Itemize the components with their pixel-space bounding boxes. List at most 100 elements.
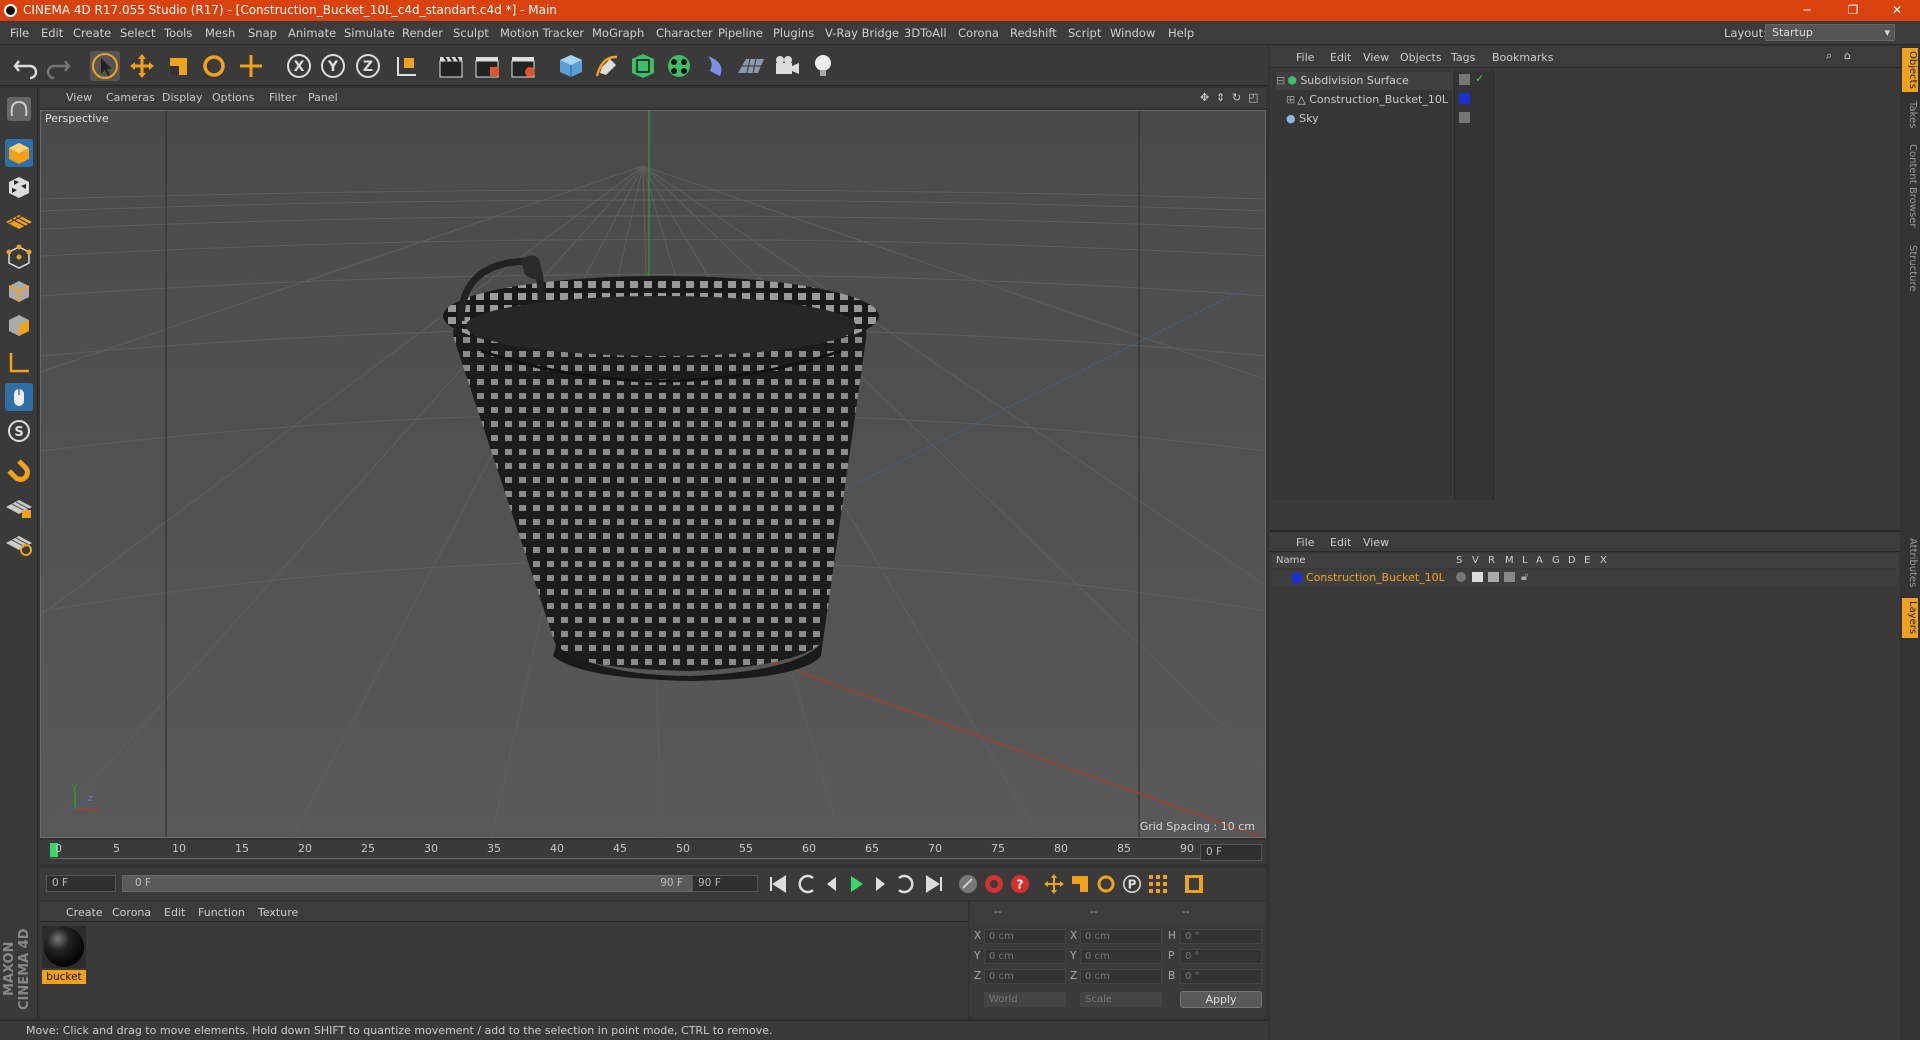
object-row-subdivision[interactable]: ⊟ ⬢ Subdivision Surface (1276, 72, 1452, 90)
grid-snap-icon[interactable] (4, 528, 34, 560)
z-axis-icon[interactable]: Z (353, 51, 383, 81)
zoom-view-icon[interactable]: ⇕ (1216, 91, 1225, 104)
visibility-flag-icon[interactable] (1459, 74, 1470, 85)
menu-render[interactable]: Render (402, 26, 443, 40)
tab-layers[interactable]: Layers (1902, 598, 1918, 638)
menu-sculpt[interactable]: Sculpt (453, 26, 489, 40)
menu-motion-tracker[interactable]: Motion Tracker (500, 26, 584, 40)
menu-corona[interactable]: Corona (958, 26, 999, 40)
tab-objects[interactable]: Objects (1902, 48, 1918, 92)
go-to-start-icon[interactable] (766, 872, 790, 896)
menu-create[interactable]: Create (73, 26, 111, 40)
edges-mode-icon[interactable] (4, 276, 34, 308)
next-key-icon[interactable] (892, 872, 916, 896)
menu-help[interactable]: Help (1168, 26, 1194, 40)
material-menu-edit[interactable]: Edit (164, 906, 185, 919)
tab-attributes[interactable]: Attributes (1902, 534, 1918, 592)
position-y-field[interactable]: 0 cm (984, 949, 1066, 964)
previous-key-icon[interactable] (796, 872, 820, 896)
mograph-cloner-icon[interactable] (664, 51, 694, 81)
timeline-ruler[interactable]: 0 5 10 15 20 25 30 35 40 45 50 55 60 65 … (40, 840, 1266, 864)
model-mode-icon[interactable] (4, 138, 34, 170)
menu-character[interactable]: Character (656, 26, 713, 40)
keyframe-selection-icon[interactable]: ? (1008, 872, 1032, 896)
solo-icon[interactable]: S (4, 416, 34, 448)
object-menu-objects[interactable]: Objects (1400, 51, 1442, 64)
menu-redshift[interactable]: Redshift (1010, 26, 1057, 40)
layer-row[interactable]: Construction_Bucket_10L 🔓︎ (1272, 570, 1898, 586)
object-menu-view[interactable]: View (1363, 51, 1389, 64)
object-menu-bookmarks[interactable]: Bookmarks (1492, 51, 1553, 64)
material-bucket[interactable]: bucket (42, 926, 86, 984)
visibility-flag-icon[interactable] (1459, 112, 1470, 123)
tweak-mode-icon[interactable] (4, 382, 34, 414)
render-picture-viewer-icon[interactable] (472, 51, 502, 81)
parameter-key-icon[interactable]: P (1120, 872, 1144, 896)
floor-icon[interactable] (736, 51, 766, 81)
menu-file[interactable]: File (10, 26, 29, 40)
locked-workplane-icon[interactable] (4, 492, 34, 524)
layout-dropdown[interactable]: Startup ▾ (1765, 24, 1895, 41)
menu-edit[interactable]: Edit (41, 26, 63, 40)
viewport-menu-view[interactable]: View (66, 91, 92, 104)
menu-simulate[interactable]: Simulate (344, 26, 395, 40)
light-icon[interactable] (808, 51, 838, 81)
subdivision-icon[interactable] (628, 51, 658, 81)
position-x-field[interactable]: 0 cm (984, 929, 1066, 944)
size-x-field[interactable]: 0 cm (1080, 929, 1162, 944)
position-key-icon[interactable] (1042, 872, 1066, 896)
size-y-field[interactable]: 0 cm (1080, 949, 1162, 964)
play-icon[interactable] (844, 872, 868, 896)
frame-range-slider[interactable]: 0 F 90 F (122, 875, 694, 892)
material-menu-corona[interactable]: Corona (112, 906, 151, 919)
menu-window[interactable]: Window (1110, 26, 1155, 40)
camera-icon[interactable] (772, 51, 802, 81)
make-editable-icon[interactable] (4, 94, 34, 126)
viewport-menu-cameras[interactable]: Cameras (106, 91, 155, 104)
menu-3dtoall[interactable]: 3DToAll (904, 26, 947, 40)
points-mode-icon[interactable] (4, 242, 34, 274)
layer-color-swatch[interactable] (1459, 93, 1470, 104)
menu-animate[interactable]: Animate (288, 26, 336, 40)
lock-icon[interactable]: 🔓︎ (1521, 570, 1528, 584)
material-menu-texture[interactable]: Texture (258, 906, 298, 919)
material-menu-create[interactable]: Create (66, 906, 103, 919)
autokey-icon[interactable] (982, 872, 1006, 896)
move-icon[interactable] (127, 51, 157, 81)
x-axis-icon[interactable]: X (284, 51, 314, 81)
pen-icon[interactable] (592, 51, 622, 81)
cube-icon[interactable] (556, 51, 586, 81)
live-select-icon[interactable] (236, 51, 266, 81)
minimize-button[interactable]: ─ (1784, 0, 1830, 21)
select-arrow-icon[interactable] (90, 51, 120, 81)
rotation-h-field[interactable]: 0 ° (1180, 929, 1262, 944)
home-icon[interactable]: ⌂ (1844, 49, 1851, 62)
viewport-menu-panel[interactable]: Panel (308, 91, 338, 104)
material-menu-function[interactable]: Function (198, 906, 245, 919)
rotation-b-field[interactable]: 0 ° (1180, 969, 1262, 984)
menu-mesh[interactable]: Mesh (205, 26, 235, 40)
layer-view-toggle[interactable] (1472, 572, 1483, 582)
go-to-end-icon[interactable] (922, 872, 946, 896)
layer-color-swatch[interactable] (1292, 573, 1302, 583)
menu-snap[interactable]: Snap (248, 26, 277, 40)
end-frame-field[interactable]: 90 F (692, 875, 758, 892)
layer-menu-edit[interactable]: Edit (1330, 536, 1351, 549)
layer-menu-view[interactable]: View (1363, 536, 1389, 549)
search-icon[interactable]: ⌕ (1826, 49, 1832, 63)
object-menu-file[interactable]: File (1296, 51, 1314, 64)
layer-solo-toggle[interactable] (1456, 572, 1466, 582)
menu-select[interactable]: Select (120, 26, 155, 40)
close-button[interactable]: ✕ (1874, 0, 1920, 21)
start-frame-field[interactable]: 0 F (46, 875, 116, 892)
scale-key-icon[interactable] (1068, 872, 1092, 896)
rotation-p-field[interactable]: 0 ° (1180, 949, 1262, 964)
viewport-menu-options[interactable]: Options (212, 91, 254, 104)
layer-manager-toggle[interactable] (1504, 572, 1515, 582)
snap-icon[interactable] (4, 456, 34, 488)
current-frame-field[interactable]: 0 F (1200, 844, 1262, 861)
size-mode-dropdown[interactable]: Scale (1080, 992, 1162, 1007)
object-menu-tags[interactable]: Tags (1451, 51, 1475, 64)
object-row-bucket[interactable]: ⊞ △ Construction_Bucket_10L (1286, 91, 1452, 109)
edit-render-settings-icon[interactable] (508, 51, 538, 81)
